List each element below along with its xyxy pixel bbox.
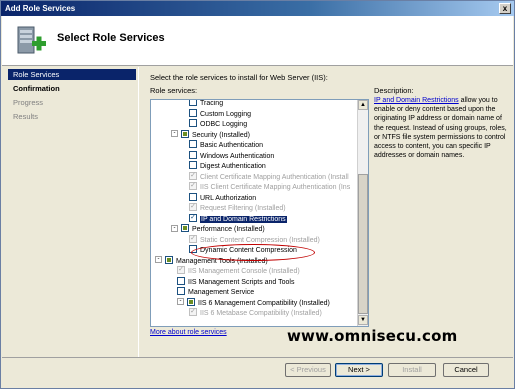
- tree-item[interactable]: IIS Management Console (Installed): [177, 266, 300, 277]
- collapse-icon[interactable]: -: [177, 298, 184, 306]
- tree-item[interactable]: Basic Authentication: [189, 140, 264, 151]
- checkbox[interactable]: [181, 224, 189, 233]
- tree-item-label: Static Content Compression (Installed): [200, 236, 320, 244]
- collapse-icon[interactable]: -: [155, 256, 162, 264]
- checkbox[interactable]: [165, 255, 173, 264]
- checkbox: [189, 182, 197, 191]
- checkbox[interactable]: [189, 108, 197, 117]
- tree-item[interactable]: IP and Domain Restrictions: [189, 213, 287, 225]
- main-panel: Select the role services to install for …: [138, 67, 513, 357]
- wizard-header: Select Role Services: [2, 16, 513, 66]
- tree-item[interactable]: IIS Client Certificate Mapping Authentic…: [189, 182, 351, 193]
- nav-item-results: Results: [13, 112, 39, 121]
- tree-item[interactable]: Custom Logging: [189, 108, 251, 120]
- description-body: allow you to enable or deny content base…: [374, 97, 507, 160]
- checkbox: [189, 171, 197, 180]
- checkbox[interactable]: [189, 161, 197, 170]
- instruction-text: Select the role services to install for …: [150, 73, 328, 82]
- tree-item-label: IIS 6 Metabase Compatibility (Installed): [200, 310, 322, 317]
- tree-item-label: ODBC Logging: [200, 121, 248, 128]
- nav-item-role-services[interactable]: Role Services: [8, 69, 136, 80]
- checkbox: [189, 308, 197, 317]
- tree-item-label: IP and Domain Restrictions: [200, 215, 287, 223]
- nav-item-confirmation[interactable]: Confirmation: [8, 83, 136, 94]
- checkbox[interactable]: [189, 140, 197, 149]
- description-text: IP and Domain Restrictions allow you to …: [374, 96, 509, 160]
- title-bar: Add Role Services x: [1, 1, 514, 16]
- checkbox[interactable]: [181, 129, 189, 138]
- tree-item-label: URL Authorization: [200, 194, 257, 202]
- tree-item-label: IIS 6 Management Compatibility (Installe…: [198, 299, 330, 307]
- server-add-icon: [17, 26, 46, 54]
- tree-item-label: IIS Client Certificate Mapping Authentic…: [200, 184, 351, 191]
- checkbox[interactable]: [187, 297, 195, 306]
- tree-item-label: Performance (Installed): [192, 226, 265, 233]
- scroll-thumb[interactable]: [358, 174, 368, 314]
- install-button[interactable]: Install: [388, 363, 436, 377]
- tree-label: Role services:: [150, 86, 198, 95]
- window-title: Add Role Services: [5, 4, 76, 13]
- tree-item[interactable]: IIS 6 Metabase Compatibility (Installed): [189, 308, 322, 319]
- tree-item-label: Management Service: [188, 289, 255, 296]
- checkbox[interactable]: [189, 100, 197, 107]
- tree-item[interactable]: URL Authorization: [189, 192, 257, 204]
- description-link[interactable]: IP and Domain Restrictions: [374, 97, 459, 104]
- tree-item[interactable]: - IIS 6 Management Compatibility (Install…: [177, 297, 330, 309]
- tree-item-label: Basic Authentication: [200, 142, 264, 149]
- tree-item[interactable]: Management Service: [177, 287, 255, 298]
- tree-item[interactable]: IIS Management Scripts and Tools: [177, 276, 295, 288]
- cancel-button[interactable]: Cancel: [443, 363, 489, 377]
- tree-item-label: Custom Logging: [200, 110, 251, 118]
- close-button[interactable]: x: [499, 3, 511, 14]
- tree-item-label: IIS Management Scripts and Tools: [188, 278, 295, 286]
- tree-item[interactable]: ODBC Logging: [189, 119, 248, 130]
- tree-item[interactable]: Windows Authentication: [189, 150, 275, 162]
- checkbox[interactable]: [189, 150, 197, 159]
- collapse-icon[interactable]: -: [171, 224, 178, 232]
- watermark: www.omnisecu.com: [287, 327, 458, 345]
- tree-item[interactable]: - Security (Installed): [171, 129, 250, 141]
- checkbox[interactable]: [189, 192, 197, 201]
- tree-item[interactable]: Digest Authentication: [189, 161, 266, 172]
- checkbox[interactable]: [177, 287, 185, 296]
- collapse-icon[interactable]: -: [171, 130, 178, 138]
- tree-item-label: Client Certificate Mapping Authenticatio…: [200, 173, 349, 181]
- checkbox: [189, 203, 197, 212]
- checkbox: [189, 234, 197, 243]
- scroll-up-icon[interactable]: ▲: [358, 100, 368, 110]
- more-about-role-services-link[interactable]: More about role services: [150, 329, 227, 336]
- checkbox: [177, 266, 185, 275]
- checkbox[interactable]: [189, 119, 197, 128]
- footer-divider: [2, 357, 513, 358]
- highlight-oval: [191, 244, 315, 261]
- tree-item-label: IIS Management Console (Installed): [188, 268, 300, 275]
- tree-scrollbar[interactable]: ▲ ▼: [357, 100, 368, 326]
- tree-item[interactable]: - Performance (Installed): [171, 224, 265, 235]
- add-role-services-window: Add Role Services x Select Role Services…: [0, 0, 515, 389]
- wizard-nav: Role Services Confirmation Progress Resu…: [2, 67, 138, 357]
- previous-button[interactable]: < Previous: [285, 363, 331, 377]
- nav-item-progress: Progress: [13, 98, 44, 107]
- checkbox[interactable]: [189, 213, 197, 222]
- checkbox[interactable]: [177, 276, 185, 285]
- next-button[interactable]: Next >: [335, 363, 383, 377]
- tree-item-label: Windows Authentication: [200, 152, 275, 160]
- tree-item-label: Tracing: [200, 100, 224, 107]
- tree-item-label: Security (Installed): [192, 131, 250, 139]
- tree-item[interactable]: Request Filtering (Installed): [189, 203, 286, 214]
- tree-item[interactable]: Tracing: [189, 100, 224, 109]
- scroll-down-icon[interactable]: ▼: [358, 315, 368, 325]
- tree-item[interactable]: Client Certificate Mapping Authenticatio…: [189, 171, 349, 183]
- page-title: Select Role Services: [57, 32, 165, 44]
- role-services-tree[interactable]: Tracing Custom Logging ODBC Logging - Securi…: [150, 99, 369, 327]
- tree-item-label: Request Filtering (Installed): [200, 205, 286, 212]
- description-label: Description:: [374, 86, 414, 95]
- tree-item-label: Digest Authentication: [200, 163, 266, 170]
